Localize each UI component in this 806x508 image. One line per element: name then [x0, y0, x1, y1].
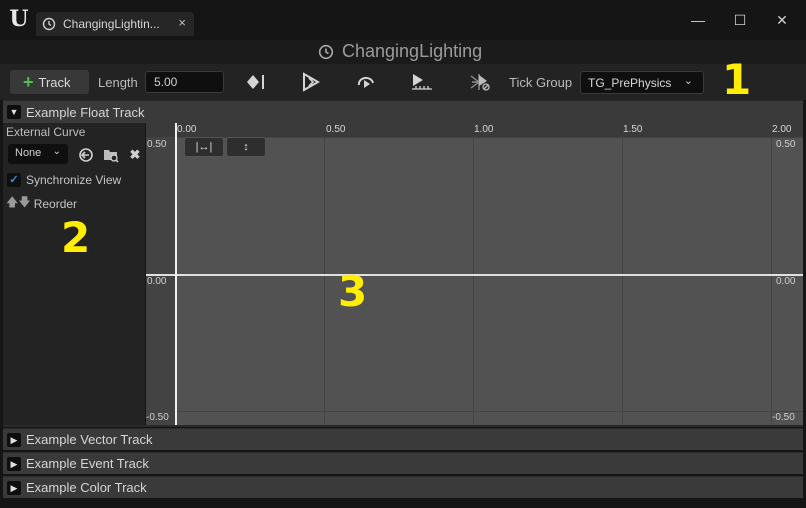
fit-vertical-button[interactable]: ↕ — [226, 137, 266, 157]
clear-curve-icon[interactable]: ✖ — [127, 147, 143, 163]
grid-line — [176, 411, 803, 412]
fit-horizontal-button[interactable]: |↔| — [184, 137, 224, 157]
vector-track-name: Example Vector Track — [26, 432, 153, 447]
maximize-button[interactable]: ☐ — [728, 10, 752, 30]
browse-asset-icon[interactable] — [103, 147, 119, 163]
synchronize-view-checkbox[interactable]: ✓ — [7, 173, 21, 187]
tick-group-value: TG_PrePhysics — [588, 75, 672, 90]
curve-graph[interactable]: 0.00 0.50 1.00 1.50 2.00 0.50 0.00 -0.50… — [146, 123, 803, 426]
expand-triangle-icon[interactable]: ▶ — [7, 432, 21, 447]
add-track-label: Track — [38, 74, 71, 90]
chevron-down-icon: ⌄ — [52, 146, 61, 157]
curve-line[interactable] — [146, 274, 803, 276]
grid-line — [473, 137, 474, 426]
asset-title: ChangingLighting — [318, 41, 482, 62]
timeline-clock-icon — [318, 44, 334, 59]
y-axis-label: 0.00 — [147, 276, 167, 287]
y-axis-label-right: -0.50 — [772, 412, 795, 423]
time-tick-label: 2.00 — [772, 124, 792, 135]
add-track-button[interactable]: + Track — [10, 70, 89, 94]
move-down-icon[interactable]: 🡇 — [18, 193, 30, 214]
grid-line — [176, 137, 803, 138]
document-tab[interactable]: ChangingLightin... × — [36, 12, 194, 36]
grid-line — [324, 137, 325, 426]
collapse-triangle-icon[interactable]: ▼ — [7, 105, 21, 119]
grid-line — [622, 137, 623, 426]
unreal-logo-icon[interactable]: U — [6, 6, 32, 32]
external-curve-value: None — [15, 147, 42, 159]
timeline-asset-icon — [42, 17, 56, 31]
track-details-panel: External Curve None ⌄ ✖ ✓ Synchronize Vi… — [3, 123, 145, 426]
grid-line — [771, 137, 772, 426]
color-track-name: Example Color Track — [26, 480, 147, 495]
y-axis-label-right: 0.50 — [776, 139, 796, 150]
autoplay-icon[interactable] — [300, 72, 324, 92]
length-label: Length — [98, 75, 138, 90]
external-curve-label: External Curve — [6, 125, 86, 139]
time-tick-label: 0.50 — [326, 124, 346, 135]
title-bar: U ChangingLightin... × — ☐ ✕ — [0, 0, 806, 40]
use-selected-asset-icon[interactable] — [78, 147, 94, 163]
replicated-icon[interactable] — [468, 72, 492, 92]
callout-3: 3 — [338, 267, 368, 316]
timeline-toolbar: + Track Length 5.00 Tick Group TG_PrePhy… — [0, 64, 806, 100]
asset-title-text: ChangingLighting — [342, 41, 483, 61]
synchronize-view-row[interactable]: ✓ Synchronize View — [7, 173, 121, 187]
expand-triangle-icon[interactable]: ▶ — [7, 480, 21, 495]
close-window-button[interactable]: ✕ — [770, 10, 794, 30]
loop-icon[interactable] — [355, 72, 379, 92]
float-track-header[interactable]: ▼ Example Float Track — [3, 100, 803, 123]
tick-group-label: Tick Group — [509, 75, 573, 90]
chevron-down-icon: ⌄ — [683, 75, 693, 87]
y-axis-label-right: 0.00 — [776, 276, 796, 287]
y-axis-label: -0.50 — [146, 412, 169, 423]
time-tick-label: 1.00 — [474, 124, 494, 135]
tab-close-icon[interactable]: × — [178, 15, 186, 30]
color-track-header[interactable]: ▶ Example Color Track — [3, 476, 803, 498]
plus-icon: + — [23, 72, 34, 92]
tick-group-dropdown[interactable]: TG_PrePhysics ⌄ — [580, 71, 704, 94]
synchronize-view-label: Synchronize View — [26, 173, 122, 187]
reorder-label: Reorder — [33, 196, 78, 211]
expand-triangle-icon[interactable]: ▶ — [7, 456, 21, 471]
event-track-name: Example Event Track — [26, 456, 149, 471]
length-input[interactable]: 5.00 — [145, 71, 224, 93]
use-last-keyframe-icon[interactable] — [410, 72, 434, 92]
add-key-icon[interactable] — [245, 72, 269, 92]
move-up-icon[interactable]: 🡅 — [6, 193, 18, 214]
divider — [3, 425, 803, 427]
float-track-name: Example Float Track — [26, 104, 145, 120]
time-tick-label: 0.00 — [177, 124, 197, 135]
time-cursor[interactable] — [175, 123, 177, 426]
reorder-row: 🡅 🡇 Reorder — [6, 193, 77, 214]
minimize-button[interactable]: — — [686, 10, 710, 30]
time-tick-label: 1.50 — [623, 124, 643, 135]
asset-title-bar: ChangingLighting — [0, 40, 806, 64]
event-track-header[interactable]: ▶ Example Event Track — [3, 452, 803, 474]
callout-2: 2 — [61, 213, 91, 262]
vector-track-header[interactable]: ▶ Example Vector Track — [3, 428, 803, 450]
external-curve-dropdown[interactable]: None ⌄ — [8, 144, 68, 164]
y-axis-label: 0.50 — [147, 139, 167, 150]
tab-label: ChangingLightin... — [63, 17, 160, 31]
callout-1: 1 — [722, 55, 752, 104]
